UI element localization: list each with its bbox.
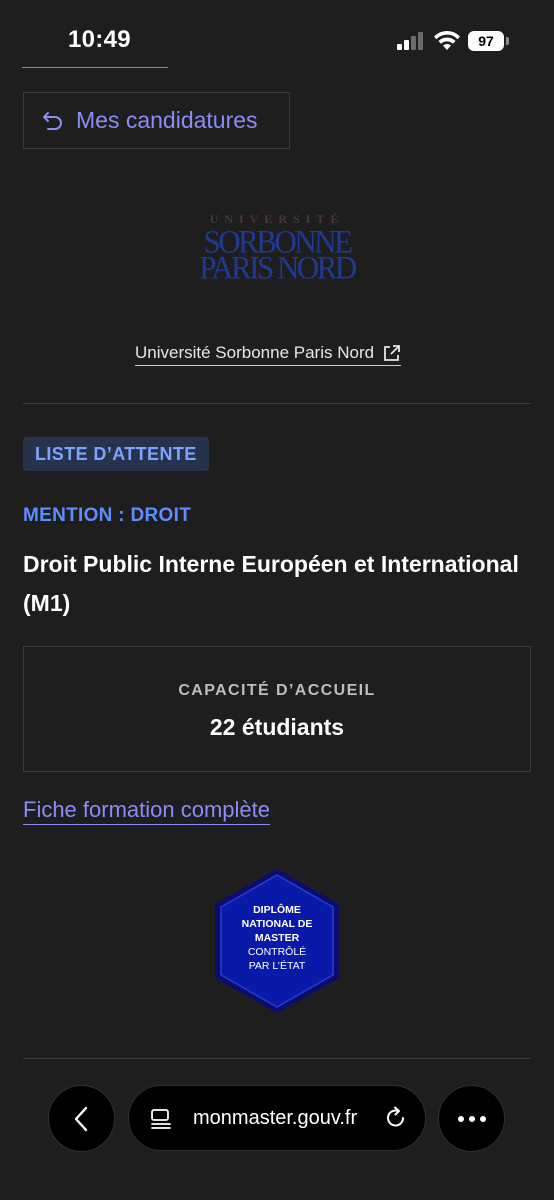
status-badge: LISTE D’ATTENTE <box>23 437 209 471</box>
address-bar[interactable]: monmaster.gouv.fr <box>128 1085 426 1151</box>
diploma-line-2: NATIONAL DE <box>241 918 313 930</box>
browser-back-button[interactable] <box>48 1085 115 1152</box>
university-website-link[interactable]: Université Sorbonne Paris Nord <box>135 343 402 366</box>
signal-icon <box>397 32 425 50</box>
back-button-label: Mes candidatures <box>76 107 258 133</box>
formation-title: Droit Public Interne Européen et Interna… <box>23 551 519 616</box>
status-bar: 10:49 97 <box>0 0 554 80</box>
battery-level: 97 <box>468 31 504 51</box>
university-link-label: Université Sorbonne Paris Nord <box>135 343 375 362</box>
more-options-button[interactable] <box>438 1085 505 1152</box>
capacity-label: CAPACITÉ D’ACCUEIL <box>178 682 376 699</box>
diploma-line-1: DIPLÔME <box>253 904 301 916</box>
wifi-icon <box>434 30 460 50</box>
battery-icon: 97 <box>468 31 510 51</box>
section-divider-bottom <box>23 1058 531 1059</box>
chevron-left-icon <box>74 1106 87 1131</box>
tab-list-icon <box>151 1109 171 1129</box>
back-to-applications-button[interactable]: Mes candidatures <box>23 92 290 149</box>
page: 10:49 97 Mes candidatures UNIVERSITÉ SOR… <box>0 0 554 1200</box>
diploma-line-4: CONTRÔLÉ <box>247 946 307 958</box>
university-logo: UNIVERSITÉ SORBONNE PARIS NORD <box>199 212 357 286</box>
diploma-badge: DIPLÔME NATIONAL DE MASTER CONTRÔLÉ PAR … <box>212 867 342 1015</box>
capacity-value: 22 étudiants <box>209 714 345 740</box>
more-dots-icon <box>457 1115 486 1122</box>
capacity-card: CAPACITÉ D’ACCUEIL 22 étudiants <box>23 646 531 772</box>
external-link-icon <box>384 344 400 361</box>
mention-label: MENTION : DROIT <box>23 505 192 526</box>
undo-arrow-icon <box>43 111 62 130</box>
reload-icon[interactable] <box>383 1105 409 1131</box>
url-text: monmaster.gouv.fr <box>193 1107 358 1129</box>
diploma-line-3: MASTER <box>254 932 300 944</box>
diploma-line-5: PAR L’ÉTAT <box>248 960 306 972</box>
section-divider <box>23 403 531 404</box>
status-time-underline <box>22 67 168 68</box>
status-time: 10:49 <box>68 26 131 53</box>
full-formation-sheet-link[interactable]: Fiche formation complète <box>23 797 270 825</box>
